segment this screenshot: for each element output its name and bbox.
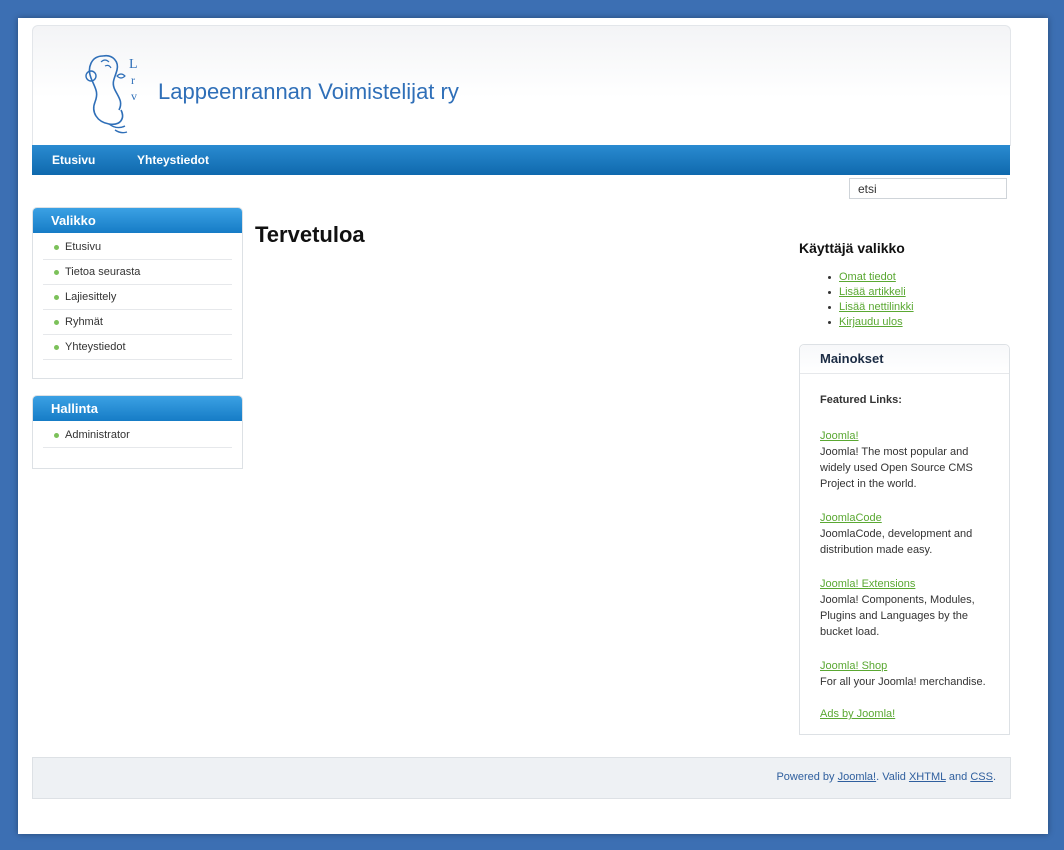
hallinta-module-title: Hallinta — [33, 396, 242, 421]
hallinta-menu: Administrator — [43, 423, 232, 448]
user-menu-item: Lisää artikkeli — [828, 285, 914, 300]
lisaa-nettilinkki-link[interactable]: Lisää nettilinkki — [839, 301, 914, 313]
ads-module-title: Mainokset — [800, 345, 1009, 374]
menu-item-lajiesittely[interactable]: Lajiesittely — [43, 285, 232, 310]
logo-letter-l: L — [129, 57, 138, 72]
menu-item-label: Tietoa seurasta — [65, 266, 141, 278]
menu-item-tietoa-seurasta[interactable]: Tietoa seurasta — [43, 260, 232, 285]
valikko-module-title: Valikko — [33, 208, 242, 233]
logo-letter-r: r — [131, 73, 135, 87]
hallinta-module: Hallinta Administrator — [32, 395, 243, 469]
user-menu: Omat tiedot Lisää artikkeli Lisää nettil… — [828, 270, 914, 330]
footer-joomla-link[interactable]: Joomla! — [838, 771, 877, 783]
menu-item-label: Administrator — [65, 429, 130, 441]
menu-item-ryhmat[interactable]: Ryhmät — [43, 310, 232, 335]
ad-link-joomla-shop[interactable]: Joomla! Shop — [820, 658, 995, 674]
ad-description: Joomla! The most popular and widely used… — [820, 446, 973, 490]
kirjaudu-ulos-link[interactable]: Kirjaudu ulos — [839, 316, 903, 328]
user-menu-item: Lisää nettilinkki — [828, 300, 914, 315]
ad-description: For all your Joomla! merchandise. — [820, 676, 986, 688]
logo-letter-v: v — [131, 89, 137, 103]
menu-item-label: Etusivu — [65, 241, 102, 253]
bullet-icon — [54, 345, 59, 350]
menu-item-label: Yhteystiedot — [65, 341, 126, 353]
omat-tiedot-link[interactable]: Omat tiedot — [839, 271, 896, 283]
ads-body: Featured Links: Joomla! Joomla! The most… — [800, 374, 995, 720]
footer-end: . — [992, 771, 996, 783]
menu-item-administrator[interactable]: Administrator — [43, 423, 232, 448]
search-input[interactable] — [849, 178, 1007, 199]
club-logo[interactable]: L r v — [81, 46, 153, 136]
footer-powered-by: Powered by — [776, 771, 835, 783]
ad-item: Joomla! Joomla! The most popular and wid… — [820, 428, 995, 492]
nav-item-yhteystiedot[interactable]: Yhteystiedot — [137, 153, 209, 167]
bullet-icon — [54, 245, 59, 250]
lisaa-artikkeli-link[interactable]: Lisää artikkeli — [839, 286, 906, 298]
user-menu-item: Omat tiedot — [828, 270, 914, 285]
nav-item-etusivu[interactable]: Etusivu — [52, 153, 95, 167]
footer-xhtml-link[interactable]: XHTML — [909, 771, 946, 783]
footer-and: and — [948, 771, 968, 783]
bullet-icon — [54, 433, 59, 438]
valikko-menu: Etusivu Tietoa seurasta Lajiesittely Ryh… — [43, 235, 232, 360]
site-header: L r v Lappeenrannan Voimistelijat ry — [32, 25, 1011, 146]
ad-item: Joomla! Shop For all your Joomla! mercha… — [820, 658, 995, 690]
valikko-module: Valikko Etusivu Tietoa seurasta Lajiesit… — [32, 207, 243, 379]
user-menu-title: Käyttäjä valikko — [799, 240, 905, 256]
menu-item-etusivu[interactable]: Etusivu — [43, 235, 232, 260]
ad-item: Joomla! Extensions Joomla! Components, M… — [820, 576, 995, 640]
user-menu-item: Kirjaudu ulos — [828, 315, 914, 330]
footer-css-link[interactable]: CSS — [970, 771, 993, 783]
ads-by-line: Ads by Joomla! — [820, 708, 995, 720]
ad-link-joomla[interactable]: Joomla! — [820, 428, 995, 444]
ad-link-joomlacode[interactable]: JoomlaCode — [820, 510, 995, 526]
ad-description: Joomla! Components, Modules, Plugins and… — [820, 594, 975, 638]
menu-item-label: Ryhmät — [65, 316, 103, 328]
page-title: Tervetuloa — [255, 222, 365, 247]
ad-item: JoomlaCode JoomlaCode, development and d… — [820, 510, 995, 558]
main-navigation: Etusivu Yhteystiedot — [32, 145, 1010, 175]
featured-links-heading: Featured Links: — [820, 394, 902, 406]
menu-item-label: Lajiesittely — [65, 291, 117, 303]
bullet-icon — [54, 320, 59, 325]
bullet-icon — [54, 270, 59, 275]
footer-valid: . Valid — [876, 771, 906, 783]
ads-by-joomla-link[interactable]: Ads by Joomla! — [820, 708, 895, 720]
ads-module: Mainokset Featured Links: Joomla! Joomla… — [799, 344, 1010, 735]
menu-item-yhteystiedot[interactable]: Yhteystiedot — [43, 335, 232, 360]
ad-link-joomla-extensions[interactable]: Joomla! Extensions — [820, 576, 995, 592]
bullet-icon — [54, 295, 59, 300]
site-footer: Powered by Joomla!. Valid XHTML and CSS. — [32, 757, 1011, 799]
site-title: Lappeenrannan Voimistelijat ry — [158, 79, 459, 104]
footer-text: Powered by Joomla!. Valid XHTML and CSS. — [776, 771, 996, 783]
ad-description: JoomlaCode, development and distribution… — [820, 528, 973, 556]
